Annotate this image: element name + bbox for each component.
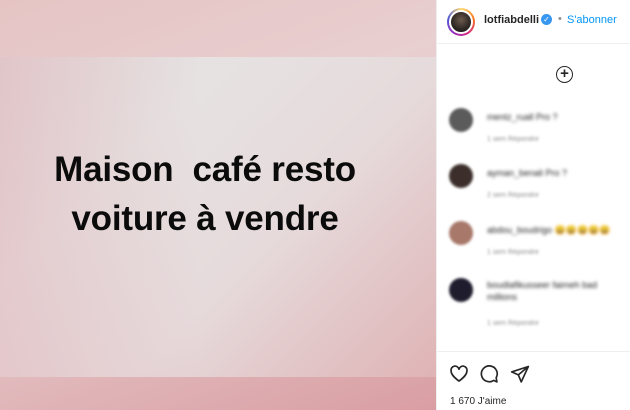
comment-icon[interactable]	[479, 364, 499, 384]
comment-avatar[interactable]	[449, 164, 473, 188]
heart-icon[interactable]	[449, 364, 469, 384]
post-image: Maison café resto voiture à vendre	[0, 0, 436, 410]
comment-avatar[interactable]	[449, 108, 473, 132]
comment-meta: 1 sem Répondre	[487, 320, 539, 327]
post-actions: 1 670 J'aime	[437, 351, 630, 410]
post-header: lotfiabdelli ✓ • S'abonner	[437, 0, 630, 44]
comment-meta: 1 sem Répondre	[487, 136, 539, 143]
comment-text-continued: millions	[487, 292, 518, 302]
comment-meta: 1 sem Répondre	[487, 249, 539, 256]
post-caption-text: Maison café resto voiture à vendre	[0, 145, 410, 243]
post-sidebar: lotfiabdelli ✓ • S'abonner + mentz_ruall…	[436, 0, 630, 410]
follow-button[interactable]: S'abonner	[567, 14, 617, 26]
comment-text: abdou_boudrigo 😀😀😀😀😀	[487, 225, 611, 235]
comment-avatar[interactable]	[449, 278, 473, 302]
likes-count[interactable]: 1 670 J'aime	[450, 396, 506, 407]
comment-text: boudlafikusseer faimeh bad	[487, 280, 598, 290]
verified-badge-icon: ✓	[541, 14, 552, 25]
share-icon[interactable]	[510, 364, 530, 384]
separator-dot: •	[558, 13, 562, 25]
username-link[interactable]: lotfiabdelli	[484, 14, 539, 26]
post-text-line-1: Maison café resto	[54, 150, 356, 189]
profile-avatar[interactable]	[447, 8, 475, 36]
comment-text: mentz_ruall Pro ?	[487, 112, 558, 122]
comment-text: ayman_benali Pro ?	[487, 168, 568, 178]
add-circle-icon[interactable]: +	[556, 66, 573, 83]
post-text-line-2: voiture à vendre	[71, 199, 339, 238]
comment-meta: 2 sem Répondre	[487, 192, 539, 199]
comment-avatar[interactable]	[449, 221, 473, 245]
